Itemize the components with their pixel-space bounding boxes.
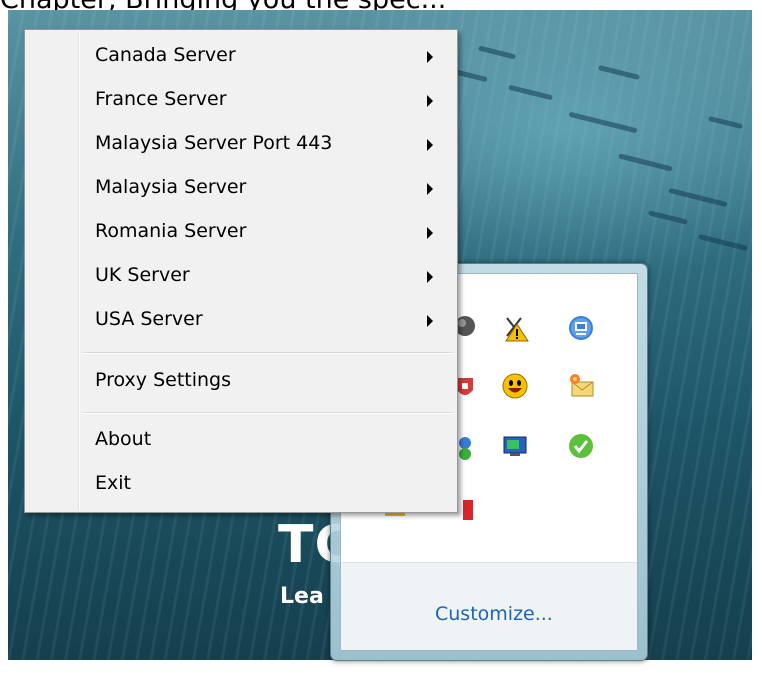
menu-item-label: UK Server	[95, 264, 190, 286]
network-screen-icon[interactable]	[501, 432, 529, 460]
menu-item-canada-server[interactable]: Canada Server	[27, 37, 455, 77]
smiley-icon[interactable]	[501, 372, 529, 400]
submenu-arrow-icon	[427, 315, 433, 327]
menu-item-usa-server[interactable]: USA Server	[27, 301, 455, 341]
submenu-arrow-icon	[427, 227, 433, 239]
submenu-arrow-icon	[427, 51, 433, 63]
mail-icon[interactable]	[567, 372, 595, 400]
menu-item-uk-server[interactable]: UK Server	[27, 257, 455, 297]
menu-item-label: USA Server	[95, 308, 203, 330]
menu-item-label: Romania Server	[95, 220, 247, 242]
menu-item-label: Malaysia Server	[95, 176, 247, 198]
menu-item-france-server[interactable]: France Server	[27, 81, 455, 121]
submenu-arrow-icon	[427, 183, 433, 195]
menu-item-malaysia-server[interactable]: Malaysia Server	[27, 169, 455, 209]
menu-item-proxy-settings[interactable]: Proxy Settings	[27, 362, 455, 402]
submenu-arrow-icon	[427, 271, 433, 283]
network-warning-icon[interactable]	[501, 314, 529, 342]
menu-item-romania-server[interactable]: Romania Server	[27, 213, 455, 253]
menu-item-malaysia-server-port-443[interactable]: Malaysia Server Port 443	[27, 125, 455, 165]
desktop-text-small: Lea	[280, 584, 324, 609]
menu-item-about[interactable]: About	[27, 421, 455, 461]
menu-item-label: About	[95, 428, 152, 450]
menu-item-label: Malaysia Server Port 443	[95, 132, 333, 154]
menu-separator-highlight	[83, 413, 453, 414]
check-icon[interactable]	[567, 432, 595, 460]
menu-item-exit[interactable]: Exit	[27, 465, 455, 505]
context-menu: Canada Server France Server Malaysia Ser…	[24, 29, 458, 513]
menu-item-label: Exit	[95, 472, 131, 494]
submenu-arrow-icon	[427, 139, 433, 151]
menu-item-label: Proxy Settings	[95, 369, 232, 391]
menu-separator-highlight	[83, 353, 453, 354]
customize-link[interactable]: Customize...	[435, 603, 553, 625]
submenu-arrow-icon	[427, 95, 433, 107]
computer-icon[interactable]	[567, 314, 595, 342]
menu-item-label: Canada Server	[95, 44, 236, 66]
menu-item-label: France Server	[95, 88, 227, 110]
